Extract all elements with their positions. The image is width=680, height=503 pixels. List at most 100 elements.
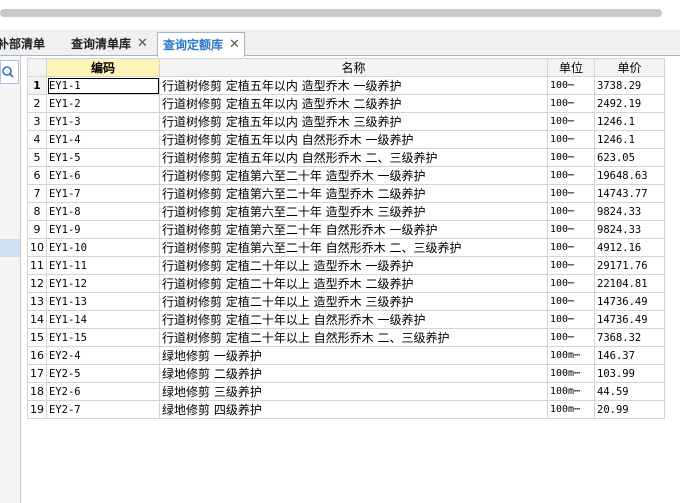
cell-price[interactable]: 20.99 <box>594 400 665 419</box>
left-panel-selected-item[interactable] <box>0 239 20 257</box>
cell-unit[interactable]: 100⋯ <box>547 166 595 185</box>
cell-code[interactable]: EY2-5 <box>46 364 160 383</box>
cell-price[interactable]: 22104.81 <box>594 274 665 293</box>
cell-price[interactable]: 14736.49 <box>594 310 665 329</box>
cell-name[interactable]: 行道树修剪 定植第六至二十年 造型乔木 一级养护 <box>159 166 548 185</box>
cell-code[interactable]: EY1-9 <box>46 220 160 239</box>
cell-unit[interactable]: 100⋯ <box>547 130 595 149</box>
cell-code[interactable]: EY1-10 <box>46 238 160 257</box>
cell-unit[interactable]: 100m⋯ <box>547 400 595 419</box>
cell-unit[interactable]: 100⋯ <box>547 256 595 275</box>
table-row[interactable]: 7 EY1-7 行道树修剪 定植第六至二十年 造型乔木 二级养护 100⋯ 14… <box>27 184 665 203</box>
cell-code[interactable]: EY1-7 <box>46 184 160 203</box>
cell-price[interactable]: 103.99 <box>594 364 665 383</box>
table-row[interactable]: 6 EY1-6 行道树修剪 定植第六至二十年 造型乔木 一级养护 100⋯ 19… <box>27 166 665 185</box>
cell-code[interactable]: EY1-6 <box>46 166 160 185</box>
cell-name[interactable]: 行道树修剪 定植第六至二十年 造型乔木 二级养护 <box>159 184 548 203</box>
cell-unit[interactable]: 100m⋯ <box>547 364 595 383</box>
table-row[interactable]: 13 EY1-13 行道树修剪 定植二十年以上 造型乔木 三级养护 100⋯ 1… <box>27 292 665 311</box>
cell-price[interactable]: 1246.1 <box>594 112 665 131</box>
table-row[interactable]: 4 EY1-4 行道树修剪 定植五年以内 自然形乔木 一级养护 100⋯ 124… <box>27 130 665 149</box>
cell-unit[interactable]: 100⋯ <box>547 328 595 347</box>
cell-code[interactable]: EY1-14 <box>46 310 160 329</box>
cell-name[interactable]: 行道树修剪 定植五年以内 造型乔木 三级养护 <box>159 112 548 131</box>
cell-unit[interactable]: 100⋯ <box>547 220 595 239</box>
cell-name[interactable]: 行道树修剪 定植二十年以上 造型乔木 三级养护 <box>159 292 548 311</box>
close-icon[interactable]: ✕ <box>137 32 148 56</box>
cell-price[interactable]: 1246.1 <box>594 130 665 149</box>
table-row[interactable]: 18 EY2-6 绿地修剪 三级养护 100m⋯ 44.59 <box>27 382 665 401</box>
table-row[interactable]: 10 EY1-10 行道树修剪 定植第六至二十年 自然形乔木 二、三级养护 10… <box>27 238 665 257</box>
cell-price[interactable]: 19648.63 <box>594 166 665 185</box>
cell-price[interactable]: 9824.33 <box>594 202 665 221</box>
cell-price[interactable]: 4912.16 <box>594 238 665 257</box>
cell-unit[interactable]: 100m⋯ <box>547 382 595 401</box>
column-header-unit[interactable]: 单位 <box>547 58 595 77</box>
cell-code[interactable]: EY1-3 <box>46 112 160 131</box>
cell-price[interactable]: 146.37 <box>594 346 665 365</box>
cell-price[interactable]: 623.05 <box>594 148 665 167</box>
cell-code[interactable]: EY1-15 <box>46 328 160 347</box>
column-header-name[interactable]: 名称 <box>159 58 548 77</box>
column-header-code[interactable]: 编码 <box>46 58 160 77</box>
table-row[interactable]: 19 EY2-7 绿地修剪 四级养护 100m⋯ 20.99 <box>27 400 665 419</box>
cell-price[interactable]: 29171.76 <box>594 256 665 275</box>
cell-name[interactable]: 行道树修剪 定植五年以内 自然形乔木 二、三级养护 <box>159 148 548 167</box>
cell-price[interactable]: 2492.19 <box>594 94 665 113</box>
close-icon[interactable]: ✕ <box>229 33 240 57</box>
table-row[interactable]: 14 EY1-14 行道树修剪 定植二十年以上 自然形乔木 一级养护 100⋯ … <box>27 310 665 329</box>
cell-unit[interactable]: 100⋯ <box>547 292 595 311</box>
cell-price[interactable]: 7368.32 <box>594 328 665 347</box>
cell-price[interactable]: 9824.33 <box>594 220 665 239</box>
cell-price[interactable]: 14743.77 <box>594 184 665 203</box>
cell-code[interactable]: EY1-12 <box>46 274 160 293</box>
table-row[interactable]: 11 EY1-11 行道树修剪 定植二十年以上 造型乔木 一级养护 100⋯ 2… <box>27 256 665 275</box>
table-row[interactable]: 3 EY1-3 行道树修剪 定植五年以内 造型乔木 三级养护 100⋯ 1246… <box>27 112 665 131</box>
cell-unit[interactable]: 100⋯ <box>547 202 595 221</box>
cell-code[interactable]: EY1-4 <box>46 130 160 149</box>
cell-name[interactable]: 行道树修剪 定植五年以内 造型乔木 二级养护 <box>159 94 548 113</box>
cell-code[interactable]: EY2-4 <box>46 346 160 365</box>
cell-unit[interactable]: 100⋯ <box>547 274 595 293</box>
cell-name[interactable]: 行道树修剪 定植二十年以上 造型乔木 二级养护 <box>159 274 548 293</box>
cell-unit[interactable]: 100⋯ <box>547 184 595 203</box>
cell-name[interactable]: 绿地修剪 一级养护 <box>159 346 548 365</box>
cell-price[interactable]: 44.59 <box>594 382 665 401</box>
cell-code[interactable]: EY2-7 <box>46 400 160 419</box>
cell-unit[interactable]: 100m⋯ <box>547 346 595 365</box>
cell-name[interactable]: 绿地修剪 二级养护 <box>159 364 548 383</box>
cell-unit[interactable]: 100⋯ <box>547 148 595 167</box>
table-row[interactable]: 5 EY1-5 行道树修剪 定植五年以内 自然形乔木 二、三级养护 100⋯ 6… <box>27 148 665 167</box>
tab-query-quota-library[interactable]: 查询定额库 ✕ <box>157 32 245 57</box>
cell-code[interactable]: EY1-11 <box>46 256 160 275</box>
cell-name[interactable]: 行道树修剪 定植第六至二十年 自然形乔木 二、三级养护 <box>159 238 548 257</box>
cell-unit[interactable]: 100⋯ <box>547 94 595 113</box>
cell-name[interactable]: 行道树修剪 定植二十年以上 自然形乔木 一级养护 <box>159 310 548 329</box>
cell-name[interactable]: 行道树修剪 定植五年以内 造型乔木 一级养护 <box>159 76 548 95</box>
table-row[interactable]: 9 EY1-9 行道树修剪 定植第六至二十年 自然形乔木 一级养护 100⋯ 9… <box>27 220 665 239</box>
cell-unit[interactable]: 100⋯ <box>547 112 595 131</box>
cell-unit[interactable]: 100⋯ <box>547 238 595 257</box>
tab-query-bill-library[interactable]: 查询清单库 ✕ <box>66 32 156 56</box>
cell-name[interactable]: 行道树修剪 定植二十年以上 造型乔木 一级养护 <box>159 256 548 275</box>
table-row[interactable]: 15 EY1-15 行道树修剪 定植二十年以上 自然形乔木 二、三级养护 100… <box>27 328 665 347</box>
cell-code[interactable]: EY1-1 <box>46 76 160 95</box>
cell-price[interactable]: 14736.49 <box>594 292 665 311</box>
cell-price[interactable]: 3738.29 <box>594 76 665 95</box>
cell-code[interactable]: EY1-13 <box>46 292 160 311</box>
horizontal-scrollbar[interactable] <box>0 9 662 17</box>
cell-name[interactable]: 绿地修剪 三级养护 <box>159 382 548 401</box>
cell-name[interactable]: 行道树修剪 定植五年以内 自然形乔木 一级养护 <box>159 130 548 149</box>
table-row[interactable]: 8 EY1-8 行道树修剪 定植第六至二十年 造型乔木 三级养护 100⋯ 98… <box>27 202 665 221</box>
cell-code[interactable]: EY1-2 <box>46 94 160 113</box>
cell-code[interactable]: EY2-6 <box>46 382 160 401</box>
cell-name[interactable]: 绿地修剪 四级养护 <box>159 400 548 419</box>
cell-unit[interactable]: 100⋯ <box>547 310 595 329</box>
tab-bubu-qingdan[interactable]: 补部清单 <box>0 32 64 56</box>
table-row[interactable]: 12 EY1-12 行道树修剪 定植二十年以上 造型乔木 二级养护 100⋯ 2… <box>27 274 665 293</box>
table-row[interactable]: 16 EY2-4 绿地修剪 一级养护 100m⋯ 146.37 <box>27 346 665 365</box>
search-button[interactable] <box>0 60 19 84</box>
table-row[interactable]: 17 EY2-5 绿地修剪 二级养护 100m⋯ 103.99 <box>27 364 665 383</box>
table-row[interactable]: 1 EY1-1 行道树修剪 定植五年以内 造型乔木 一级养护 100⋯ 3738… <box>27 76 665 95</box>
column-header-price[interactable]: 单价 <box>594 58 665 77</box>
